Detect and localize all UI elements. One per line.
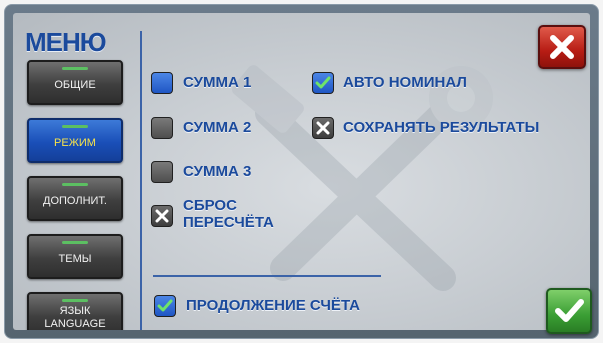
- cross-icon: [155, 209, 169, 223]
- avto-nominal-checkbox[interactable]: [312, 72, 334, 94]
- avto-nominal-label: АВТО НОМИНАЛ: [343, 74, 467, 91]
- settings-screen: МЕНЮ ОБЩИЕ РЕЖИМ ДОПОЛНИТ. ТЕМЫ ЯЗЫК LAN…: [13, 13, 590, 330]
- sidebar-item-label: ДОПОЛНИТ.: [43, 195, 107, 207]
- close-button[interactable]: [538, 25, 586, 69]
- horizontal-divider: [153, 275, 381, 277]
- sidebar-item-themes[interactable]: ТЕМЫ: [27, 234, 123, 279]
- sbros-label-line1: СБРОС: [183, 197, 237, 214]
- sbros-pereschyota-label: СБРОС ПЕРЕСЧЁТА: [183, 197, 274, 231]
- sidebar-item-additional[interactable]: ДОПОЛНИТ.: [27, 176, 123, 221]
- sidebar-item-label: РЕЖИМ: [54, 137, 96, 149]
- sokhranyat-rezultaty-checkbox[interactable]: [312, 117, 334, 139]
- summa1-label: СУММА 1: [183, 74, 252, 91]
- vertical-divider: [140, 31, 142, 330]
- summa1-checkbox[interactable]: [151, 72, 173, 94]
- close-icon: [550, 35, 574, 59]
- summa3-checkbox[interactable]: [151, 161, 173, 183]
- indicator-led: [62, 299, 88, 302]
- indicator-led: [62, 125, 88, 128]
- sidebar-item-mode[interactable]: РЕЖИМ: [27, 118, 123, 163]
- summa2-checkbox[interactable]: [151, 117, 173, 139]
- sidebar-item-label: ЯЗЫК LANGUAGE: [44, 305, 105, 331]
- summa2-label: СУММА 2: [183, 119, 252, 136]
- sidebar-item-label: ТЕМЫ: [58, 253, 92, 265]
- indicator-led: [62, 241, 88, 244]
- checkmark-icon: [315, 76, 331, 89]
- prodolzhenie-scheta-label: ПРОДОЛЖЕНИЕ СЧЁТА: [186, 297, 360, 314]
- device-frame: МЕНЮ ОБЩИЕ РЕЖИМ ДОПОЛНИТ. ТЕМЫ ЯЗЫК LAN…: [4, 4, 599, 339]
- language-label-en: LANGUAGE: [44, 317, 106, 330]
- sbros-label-line2: ПЕРЕСЧЁТА: [183, 214, 274, 231]
- checkmark-icon: [555, 299, 584, 322]
- sidebar-item-language[interactable]: ЯЗЫК LANGUAGE: [27, 292, 123, 330]
- sbros-pereschyota-checkbox[interactable]: [151, 205, 173, 227]
- sokhranyat-rezultaty-label: СОХРАНЯТЬ РЕЗУЛЬТАТЫ: [343, 119, 540, 136]
- sidebar-item-label: ОБЩИЕ: [54, 79, 96, 91]
- cross-icon: [316, 121, 330, 135]
- tools-watermark-icon: [232, 65, 493, 291]
- checkmark-icon: [157, 299, 173, 312]
- indicator-led: [62, 183, 88, 186]
- indicator-led: [62, 67, 88, 70]
- sidebar-item-general[interactable]: ОБЩИЕ: [27, 60, 123, 105]
- ok-button[interactable]: [546, 288, 592, 334]
- summa3-label: СУММА 3: [183, 163, 252, 180]
- menu-title: МЕНЮ: [25, 27, 107, 57]
- prodolzhenie-scheta-checkbox[interactable]: [154, 295, 176, 317]
- language-label-ru: ЯЗЫК: [59, 304, 91, 317]
